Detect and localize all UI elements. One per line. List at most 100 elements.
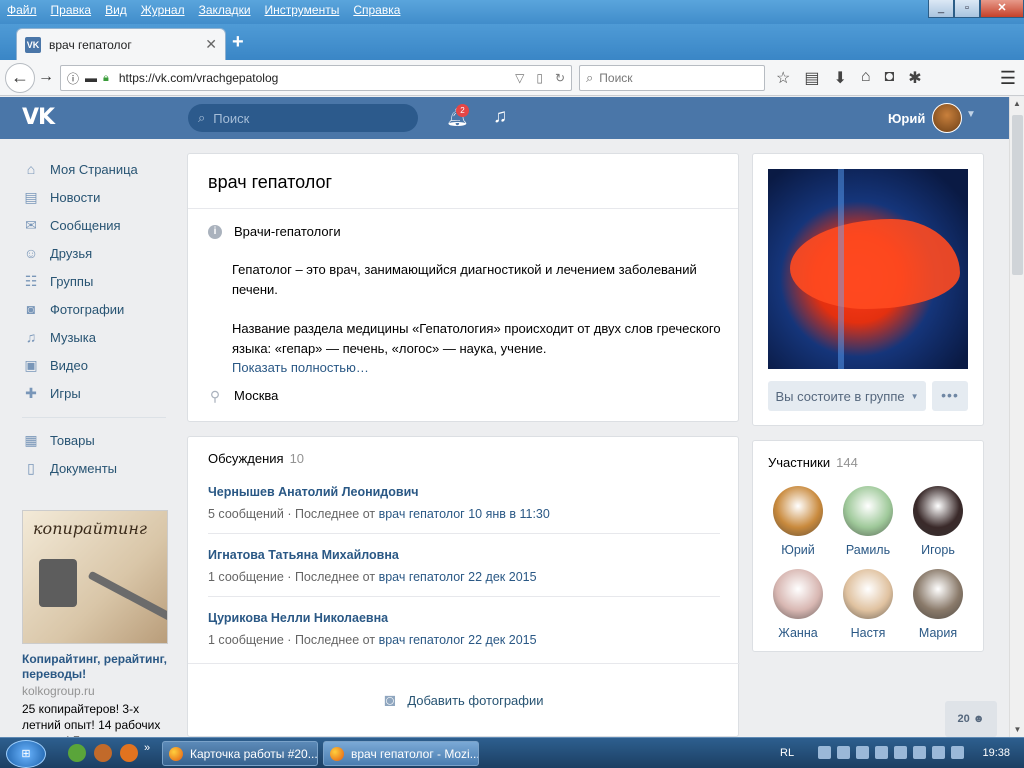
sidebar-item-my-page[interactable]: ⌂ Моя Страница bbox=[22, 155, 172, 183]
reload-icon[interactable]: ↻ bbox=[555, 71, 565, 85]
avatar[interactable] bbox=[773, 569, 823, 619]
new-tab-button[interactable]: + bbox=[232, 32, 244, 52]
maximize-button[interactable]: ▫ bbox=[954, 0, 980, 18]
ad-domain[interactable]: kolkogroup.ru bbox=[22, 684, 170, 698]
menu-bookmarks[interactable]: Закладки bbox=[192, 3, 258, 19]
online-friends-button[interactable]: 20 ☻ bbox=[945, 701, 997, 737]
scroll-down-icon[interactable]: ▼ bbox=[1010, 723, 1024, 737]
close-window-button[interactable]: ✕ bbox=[980, 0, 1024, 18]
sidebar-item-photos[interactable]: ◙ Фотографии bbox=[22, 295, 172, 323]
quick-launch-more-icon[interactable]: » bbox=[144, 742, 150, 754]
member-item[interactable]: Настя bbox=[833, 569, 903, 640]
vk-logo[interactable]: VK bbox=[22, 105, 55, 130]
avatar[interactable] bbox=[773, 486, 823, 536]
clock[interactable]: 19:38 bbox=[982, 747, 1010, 759]
sidebar-item-games[interactable]: ✚ Игры bbox=[22, 379, 172, 407]
sidebar-ad[interactable]: копирайтинг Копирайтинг, рерайтинг, пере… bbox=[22, 510, 170, 749]
bookmarks-list-icon[interactable]: ▤ bbox=[804, 68, 819, 88]
topic-last-link[interactable]: врач гепатолог 10 янв в 11:30 bbox=[379, 507, 550, 521]
sidebar-item-messages[interactable]: ✉ Сообщения bbox=[22, 211, 172, 239]
discussions-title[interactable]: Обсуждения bbox=[208, 451, 284, 466]
close-tab-icon[interactable]: ✕ bbox=[205, 36, 217, 53]
tray-app-icon[interactable] bbox=[913, 746, 927, 759]
discussion-topic[interactable]: Чернышев Анатолий Леонидович 5 сообщений… bbox=[208, 485, 720, 534]
browser-search-box[interactable]: ⌕ Поиск bbox=[579, 65, 765, 91]
discussions-header[interactable]: Обсуждения 10 bbox=[208, 451, 304, 466]
sidebar-item-music[interactable]: ♫ Музыка bbox=[22, 323, 172, 351]
sidebar-item-documents[interactable]: ▯ Документы bbox=[22, 454, 172, 482]
menu-view[interactable]: Вид bbox=[98, 3, 134, 19]
menu-history[interactable]: Журнал bbox=[134, 3, 192, 19]
vk-search-input[interactable]: ⌕ Поиск bbox=[188, 104, 418, 132]
firefox-icon[interactable] bbox=[120, 744, 138, 762]
discussion-topic[interactable]: Игнатова Татьяна Михайловна 1 сообщение … bbox=[208, 548, 720, 597]
taskbar-task-active[interactable]: врач гепатолог - Mozi... bbox=[323, 741, 479, 766]
topic-title[interactable]: Чернышев Анатолий Леонидович bbox=[208, 485, 720, 499]
add-photos-button[interactable]: ◙ Добавить фотографии bbox=[188, 663, 740, 737]
member-name[interactable]: Мария bbox=[903, 626, 973, 640]
hamburger-menu-icon[interactable]: ☰ bbox=[1000, 68, 1016, 89]
start-button[interactable]: ⊞ bbox=[6, 740, 46, 768]
minimize-button[interactable]: _ bbox=[928, 0, 954, 18]
member-name[interactable]: Жанна bbox=[763, 626, 833, 640]
member-item[interactable]: Игорь bbox=[903, 486, 973, 557]
menu-file[interactable]: Файл bbox=[0, 3, 44, 19]
discussion-topic[interactable]: Цурикова Нелли Николаевна 1 сообщение · … bbox=[208, 611, 720, 647]
avatar[interactable] bbox=[843, 486, 893, 536]
back-button[interactable]: ← bbox=[5, 63, 35, 93]
language-indicator[interactable]: RL bbox=[780, 747, 794, 759]
member-name[interactable]: Игорь bbox=[903, 543, 973, 557]
menu-edit[interactable]: Правка bbox=[44, 3, 99, 19]
member-item[interactable]: Рамиль bbox=[833, 486, 903, 557]
site-identity-icon[interactable]: ▬ bbox=[85, 71, 97, 85]
tray-app-icon[interactable] bbox=[818, 746, 832, 759]
members-header[interactable]: Участники 144 bbox=[768, 455, 858, 470]
utorrent-icon[interactable] bbox=[68, 744, 86, 762]
sidebar-item-groups[interactable]: ☷ Группы bbox=[22, 267, 172, 295]
tray-app-icon[interactable] bbox=[875, 746, 889, 759]
network-icon[interactable] bbox=[951, 746, 965, 759]
member-item[interactable]: Жанна bbox=[763, 569, 833, 640]
bluetooth-icon[interactable] bbox=[894, 746, 908, 759]
show-more-link[interactable]: Показать полностью… bbox=[232, 360, 369, 375]
scroll-up-icon[interactable]: ▲ bbox=[1010, 97, 1024, 111]
menu-help[interactable]: Справка bbox=[346, 3, 407, 19]
topic-title[interactable]: Цурикова Нелли Николаевна bbox=[208, 611, 720, 625]
downloads-icon[interactable]: ⬇ bbox=[833, 68, 846, 88]
membership-dropdown-button[interactable]: Вы состоите в группе ▼ bbox=[768, 381, 926, 411]
menu-tools[interactable]: Инструменты bbox=[258, 3, 347, 19]
ad-title[interactable]: Копирайтинг, рерайтинг, переводы! bbox=[22, 652, 170, 682]
ad-image[interactable]: копирайтинг bbox=[22, 510, 168, 644]
topic-title[interactable]: Игнатова Татьяна Михайловна bbox=[208, 548, 720, 562]
tray-app-icon[interactable] bbox=[837, 746, 851, 759]
url-text[interactable]: https://vk.com/vrachgepatolog bbox=[119, 71, 515, 85]
bookmark-star-icon[interactable]: ☆ bbox=[776, 68, 790, 88]
member-item[interactable]: Юрий bbox=[763, 486, 833, 557]
avatar[interactable] bbox=[843, 569, 893, 619]
member-name[interactable]: Настя bbox=[833, 626, 903, 640]
forward-button[interactable]: → bbox=[38, 68, 54, 86]
pocket-icon[interactable]: ◘ bbox=[885, 68, 895, 88]
members-title[interactable]: Участники bbox=[768, 455, 830, 470]
chevron-down-icon[interactable]: ▼ bbox=[966, 109, 976, 120]
dropdown-arrow-icon[interactable]: ▽ bbox=[515, 71, 524, 85]
page-scrollbar[interactable]: ▲ ▼ bbox=[1009, 97, 1024, 737]
sidebar-item-video[interactable]: ▣ Видео bbox=[22, 351, 172, 379]
address-bar[interactable]: ⓘ ▬ 🔒︎ https://vk.com/vrachgepatolog ▽ ▯… bbox=[60, 65, 572, 91]
info-icon[interactable]: ⓘ bbox=[67, 70, 79, 87]
scrollbar-thumb[interactable] bbox=[1012, 115, 1023, 275]
more-actions-button[interactable]: ••• bbox=[932, 381, 968, 411]
extension-icon[interactable]: ✱ bbox=[908, 68, 921, 88]
app-icon[interactable] bbox=[94, 744, 112, 762]
sidebar-item-friends[interactable]: ☺ Друзья bbox=[22, 239, 172, 267]
topic-last-link[interactable]: врач гепатолог 22 дек 2015 bbox=[379, 633, 537, 647]
header-user-name[interactable]: Юрий bbox=[888, 111, 925, 126]
home-icon[interactable]: ⌂ bbox=[861, 68, 871, 88]
avatar[interactable] bbox=[913, 569, 963, 619]
taskbar-task[interactable]: Карточка работы #20... bbox=[162, 741, 318, 766]
tray-app-icon[interactable] bbox=[856, 746, 870, 759]
header-avatar[interactable] bbox=[932, 103, 962, 133]
sidebar-item-news[interactable]: ▤ Новости bbox=[22, 183, 172, 211]
member-name[interactable]: Юрий bbox=[763, 543, 833, 557]
group-avatar-image[interactable] bbox=[768, 169, 968, 369]
